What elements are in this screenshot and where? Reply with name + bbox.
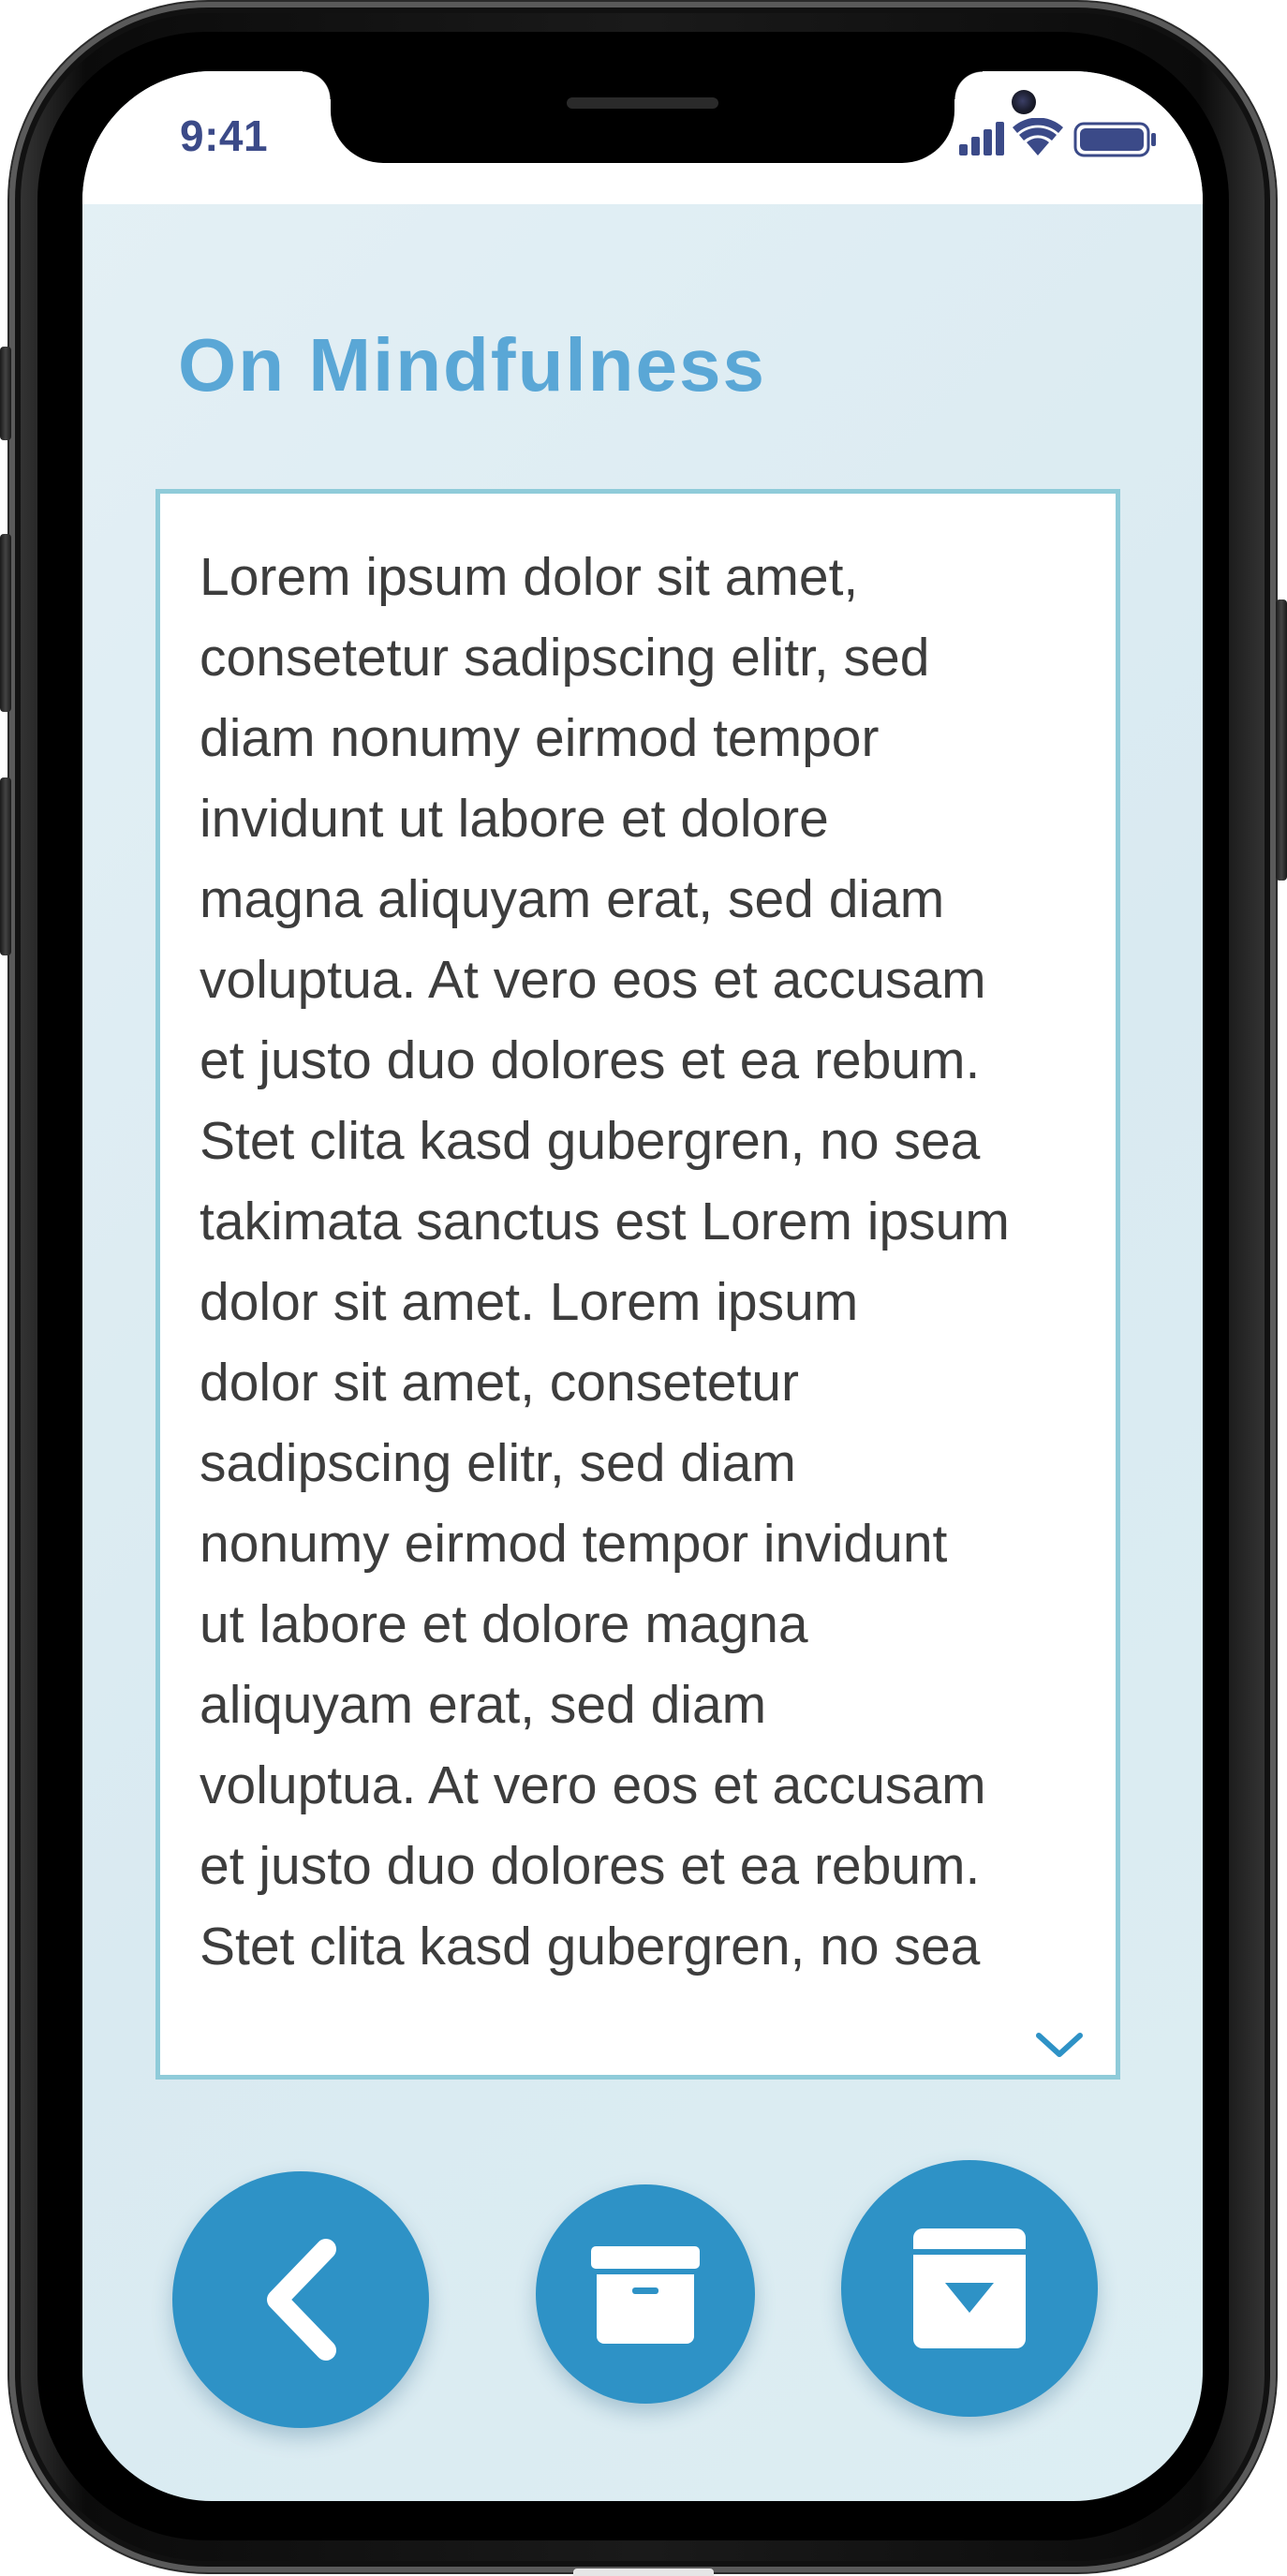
silent-switch <box>0 347 11 440</box>
volume-down-button <box>0 777 11 955</box>
earpiece-speaker <box>567 97 718 109</box>
chevron-left-icon <box>267 2239 336 2361</box>
save-to-archive-button[interactable] <box>841 2160 1098 2417</box>
power-button <box>1276 600 1287 881</box>
article-card[interactable]: Lorem ipsum dolor sit amet, consetetur s… <box>155 489 1120 2080</box>
status-icons <box>959 118 1165 159</box>
volume-up-button <box>0 534 11 712</box>
app-screen: 9:41 On Mindfulness Lorem ipsum dolor si… <box>82 71 1203 2501</box>
wifi-icon <box>1013 118 1063 155</box>
lightning-port <box>573 2569 714 2576</box>
chevron-down-icon[interactable] <box>1031 2024 1087 2062</box>
article-body: Lorem ipsum dolor sit amet, consetetur s… <box>200 547 1010 1976</box>
back-button[interactable] <box>172 2171 429 2428</box>
status-time: 9:41 <box>180 111 269 160</box>
archive-button[interactable] <box>536 2184 755 2404</box>
archive-download-icon <box>913 2228 1026 2348</box>
battery-icon <box>1073 122 1156 157</box>
page-title: On Mindfulness <box>178 323 766 407</box>
front-camera <box>1012 90 1036 114</box>
cellular-signal-icon <box>959 122 1004 155</box>
device-frame: 9:41 On Mindfulness Lorem ipsum dolor si… <box>0 0 1287 2576</box>
display-notch <box>303 71 1036 163</box>
archive-box-icon <box>591 2246 700 2344</box>
